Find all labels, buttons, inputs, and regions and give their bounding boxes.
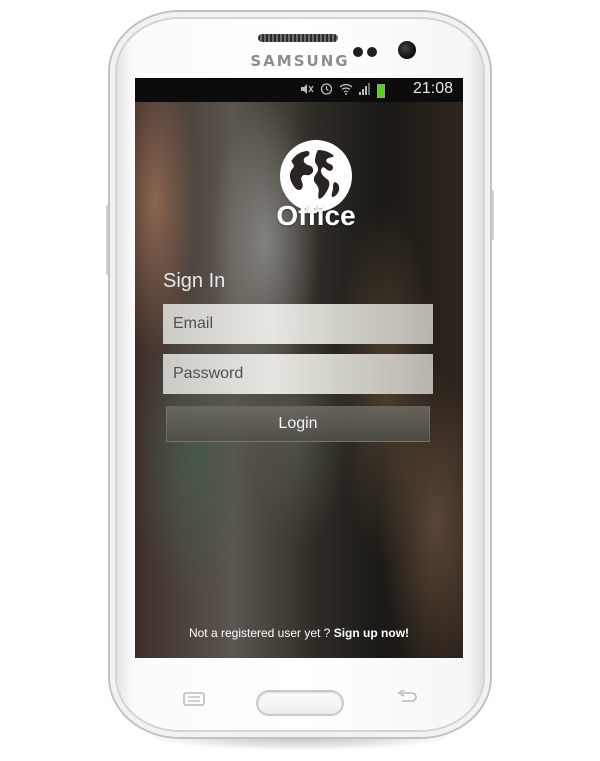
status-bar: 21:08 xyxy=(135,78,463,102)
phone-body: SAMSUNG 21:08 Office Sign In Email Login… xyxy=(110,12,490,737)
signup-prompt: Not a registered user yet ? Sign up now! xyxy=(135,626,463,640)
menu-icon[interactable] xyxy=(182,692,206,706)
light-sensor xyxy=(367,47,377,57)
phone-screen: 21:08 Office Sign In Login Not a registe… xyxy=(135,78,463,658)
mute-icon xyxy=(300,83,314,99)
proximity-sensor xyxy=(353,47,363,57)
signup-link[interactable]: Sign up now! xyxy=(334,626,409,640)
signup-prompt-text: Not a registered user yet ? xyxy=(188,626,331,640)
back-icon[interactable] xyxy=(396,690,418,706)
status-clock: 21:08 xyxy=(412,80,453,97)
app-title: Office xyxy=(276,200,356,231)
device-mockup: SAMSUNG 21:08 Office Sign In Email Login… xyxy=(0,0,600,761)
login-screen: Office Sign In Login Not a registered us… xyxy=(135,102,463,658)
home-button[interactable] xyxy=(258,692,342,714)
signal-icon xyxy=(359,82,371,99)
wifi-icon xyxy=(339,83,353,99)
password-field[interactable] xyxy=(163,354,433,394)
email-field[interactable] xyxy=(163,304,433,344)
alarm-icon xyxy=(320,82,333,99)
earpiece-speaker xyxy=(258,34,338,42)
login-button[interactable]: Login xyxy=(166,406,430,442)
device-brand: SAMSUNG xyxy=(250,52,350,70)
status-icons xyxy=(300,82,385,99)
front-camera xyxy=(398,41,416,59)
signin-heading: Sign In xyxy=(163,270,226,292)
battery-icon xyxy=(377,83,385,98)
